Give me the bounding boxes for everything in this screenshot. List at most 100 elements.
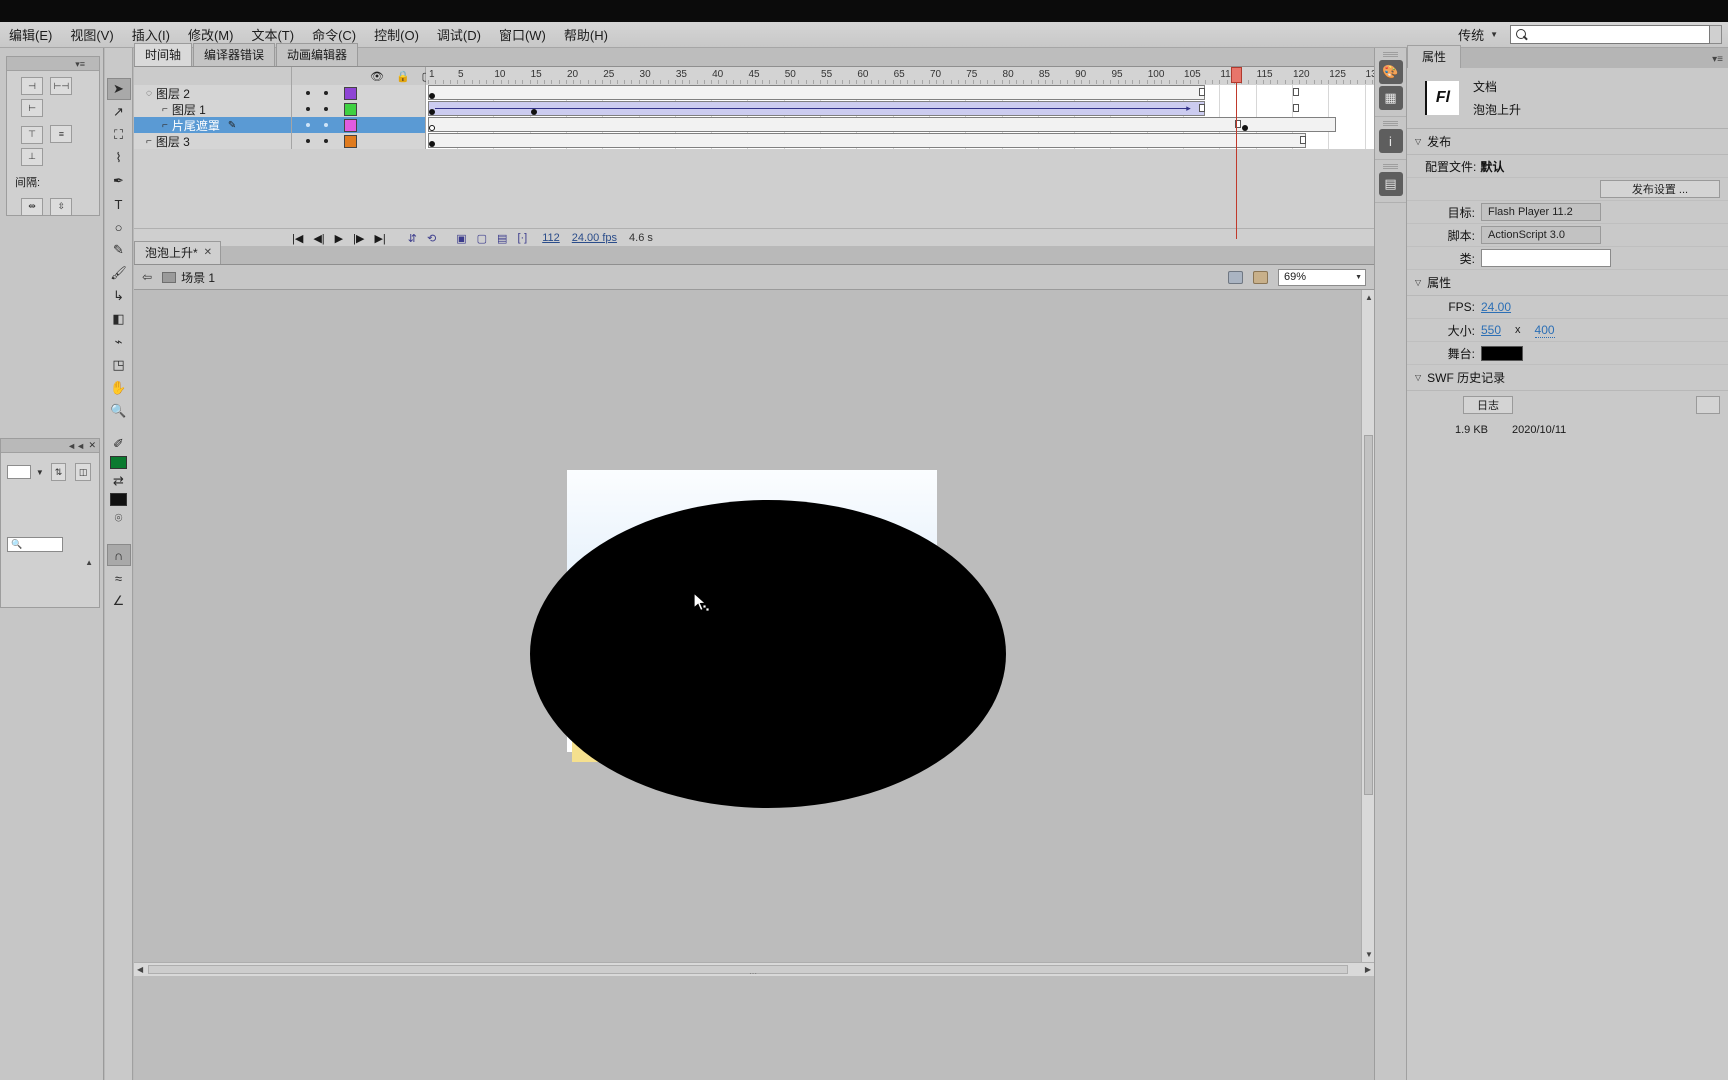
- stage-area[interactable]: ▲ ▼: [134, 290, 1374, 962]
- layer-outline-color-swatch[interactable]: [344, 118, 357, 132]
- class-input[interactable]: [1481, 249, 1611, 267]
- menu-item-help[interactable]: 帮助(H): [555, 22, 617, 47]
- end-frame-marker[interactable]: [1198, 88, 1205, 96]
- scroll-left-icon[interactable]: ◀: [137, 965, 143, 974]
- edit-symbols-icon[interactable]: [1253, 270, 1268, 284]
- smooth-button[interactable]: ≈: [107, 567, 131, 589]
- layer-outline-color-swatch[interactable]: [344, 86, 357, 100]
- tab-properties[interactable]: 属性: [1407, 45, 1462, 68]
- frame-span[interactable]: [428, 133, 1307, 148]
- swatch-value-input[interactable]: [7, 465, 31, 479]
- layer-frames-cell[interactable]: [426, 117, 1488, 133]
- target-select[interactable]: Flash Player 11.2: [1481, 203, 1601, 221]
- swatch-options-button[interactable]: ◫: [75, 463, 91, 481]
- timeline-ruler[interactable]: 1 5 10 15 20 25 30 35 40 45 50 55 60 65 70 75 80 85 90 95 10…: [426, 67, 1488, 85]
- edit-scene-icon[interactable]: [1228, 270, 1243, 284]
- frame-span[interactable]: [428, 85, 1205, 100]
- align-center-h-button[interactable]: ⊢⊣: [50, 77, 73, 95]
- swf-clear-button[interactable]: [1696, 396, 1720, 414]
- drag-handle-icon[interactable]: [1383, 121, 1398, 126]
- menu-item-edit[interactable]: 编辑(E): [0, 22, 61, 47]
- subselection-tool[interactable]: ↗: [107, 101, 131, 123]
- space-evenly-h-button[interactable]: ⇹: [21, 197, 43, 216]
- playhead-handle[interactable]: [1230, 67, 1242, 83]
- black-white-colors-icon[interactable]: [110, 493, 127, 506]
- stage-horizontal-scrollbar[interactable]: ◀ ⋯ ▶: [134, 962, 1374, 978]
- lock-toggle[interactable]: [324, 123, 328, 127]
- keyframe-marker[interactable]: [429, 141, 435, 147]
- color-panel-icon[interactable]: 🎨: [1378, 60, 1403, 84]
- current-frame-indicator[interactable]: 112: [542, 232, 560, 244]
- close-icon[interactable]: ✕: [88, 440, 96, 451]
- scroll-down-icon[interactable]: ▼: [1365, 950, 1373, 959]
- publish-settings-button[interactable]: 发布设置 ...: [1600, 180, 1720, 198]
- stage-height-value[interactable]: 400: [1534, 323, 1555, 338]
- swatches-panel-icon[interactable]: ▦: [1378, 86, 1403, 110]
- layer-frames-cell[interactable]: [426, 85, 1488, 101]
- scroll-up-icon[interactable]: ▲: [1365, 293, 1373, 302]
- timeline-layer-row[interactable]: ⌐ 片尾遮罩 ✎: [134, 117, 1488, 133]
- bone-tool[interactable]: ↳: [107, 285, 131, 307]
- menu-item-window[interactable]: 窗口(W): [490, 22, 555, 47]
- edit-multiple-frames-button[interactable]: ▤: [494, 232, 510, 245]
- section-swf-history[interactable]: ▽ SWF 历史记录: [1407, 365, 1728, 391]
- pen-tool[interactable]: ✒: [107, 170, 131, 192]
- swf-log-button[interactable]: 日志: [1463, 396, 1513, 414]
- document-tab[interactable]: 泡泡上升* ✕: [134, 241, 222, 264]
- snap-to-objects-button[interactable]: ∩: [106, 544, 131, 566]
- visibility-toggle[interactable]: [306, 107, 310, 111]
- onion-skin-outlines-button[interactable]: ▢: [474, 232, 490, 245]
- layer-name-cell[interactable]: ⌐ 图层 1: [134, 101, 292, 117]
- selection-tool[interactable]: ➤: [106, 78, 131, 100]
- eye-icon[interactable]: 👁: [370, 70, 384, 83]
- fps-value[interactable]: 24.00: [1481, 300, 1511, 314]
- step-forward-button[interactable]: |▶: [350, 232, 367, 245]
- swatch-sort-button[interactable]: ⇅: [50, 463, 67, 481]
- visibility-toggle[interactable]: [306, 123, 310, 127]
- align-right-button[interactable]: ⊢: [21, 99, 43, 117]
- back-arrow-icon[interactable]: ⇦: [142, 270, 152, 284]
- frame-rate-indicator[interactable]: 24.00 fps: [572, 232, 617, 244]
- center-frame-button[interactable]: ⇵: [405, 232, 420, 245]
- close-icon[interactable]: ✕: [204, 247, 212, 258]
- visibility-toggle[interactable]: [306, 91, 310, 95]
- breadcrumb-scene-label[interactable]: 场景 1: [181, 269, 215, 286]
- eyedropper-tool[interactable]: ⌁: [107, 331, 131, 353]
- timeline-layer-row[interactable]: ◌ 图层 2: [134, 85, 1488, 101]
- options-icon[interactable]: ⌾: [107, 507, 131, 529]
- search-box[interactable]: [1510, 25, 1710, 44]
- free-transform-tool[interactable]: ⛶: [107, 124, 131, 146]
- oval-tool[interactable]: ○: [107, 216, 131, 238]
- section-publish[interactable]: ▽ 发布: [1407, 129, 1728, 155]
- play-button[interactable]: ▶: [332, 232, 346, 245]
- hand-tool[interactable]: ✋: [107, 377, 131, 399]
- space-evenly-v-button[interactable]: ⇳: [50, 197, 73, 216]
- swatch-search-input[interactable]: 🔍: [7, 537, 63, 552]
- drag-handle-icon[interactable]: [1383, 164, 1398, 169]
- menu-item-control[interactable]: 控制(O): [365, 22, 428, 47]
- align-bottom-button[interactable]: ⊥: [21, 147, 43, 166]
- layer-frames-cell[interactable]: [426, 133, 1488, 149]
- stage-vertical-scrollbar[interactable]: ▲ ▼: [1361, 290, 1374, 962]
- keyframe-marker[interactable]: [429, 93, 435, 99]
- visibility-toggle[interactable]: [306, 139, 310, 143]
- section-attributes[interactable]: ▽ 属性: [1407, 270, 1728, 296]
- align-left-button[interactable]: ⊣: [21, 77, 43, 95]
- text-tool[interactable]: T: [107, 193, 131, 215]
- layer-outline-color-swatch[interactable]: [344, 134, 357, 148]
- stage-vscroll-thumb[interactable]: [1364, 435, 1373, 795]
- end-frame-marker[interactable]: [1300, 136, 1307, 144]
- lock-toggle[interactable]: [324, 107, 328, 111]
- timeline-layer-row[interactable]: ⌐ 图层 3: [134, 133, 1488, 149]
- layer-name-cell[interactable]: ◌ 图层 2: [134, 85, 292, 101]
- menu-item-debug[interactable]: 调试(D): [428, 22, 490, 47]
- brush-tool[interactable]: 🖌: [107, 262, 131, 284]
- end-frame-marker[interactable]: [1198, 104, 1205, 112]
- end-frame-marker[interactable]: [1292, 104, 1299, 112]
- layer-outline-color-swatch[interactable]: [344, 102, 357, 116]
- panel-menu-icon[interactable]: ▾≡: [1712, 54, 1728, 68]
- keyframe-marker[interactable]: [429, 109, 435, 115]
- onion-skin-button[interactable]: ▣: [453, 232, 469, 245]
- pencil-tool[interactable]: ✎: [107, 239, 131, 261]
- end-frame-marker[interactable]: [1292, 88, 1299, 96]
